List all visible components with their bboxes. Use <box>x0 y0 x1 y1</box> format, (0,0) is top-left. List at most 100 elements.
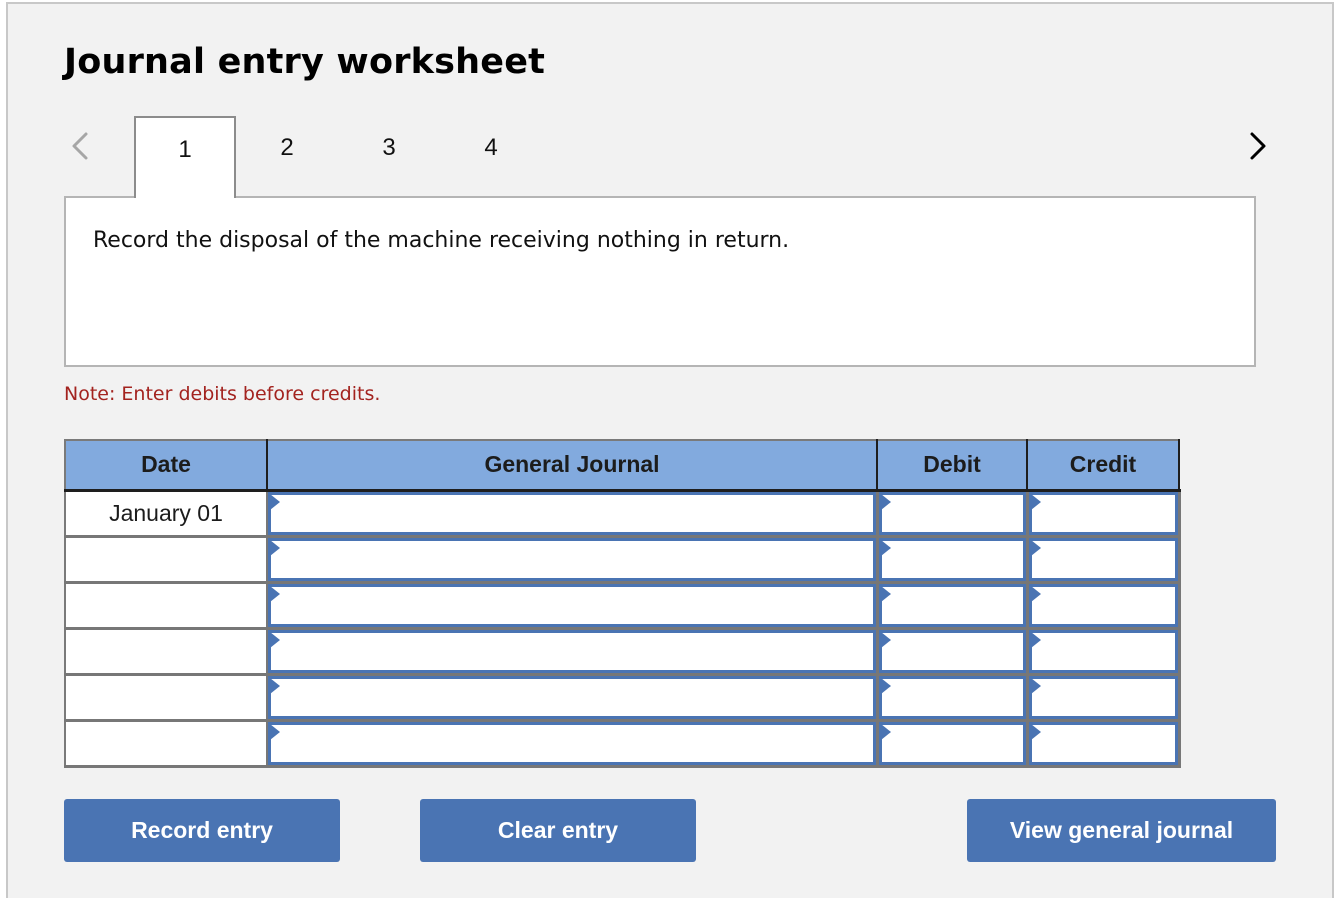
dropdown-flag-icon <box>1030 585 1041 602</box>
date-cell <box>65 674 268 722</box>
account-input-wrapper <box>268 629 876 673</box>
debit-input[interactable] <box>881 632 1023 670</box>
account-cell <box>267 490 879 538</box>
account-input[interactable] <box>271 494 873 532</box>
dropdown-flag-icon <box>270 493 280 510</box>
next-button[interactable] <box>1244 128 1274 164</box>
dropdown-flag-icon <box>270 723 280 740</box>
debit-input-wrapper <box>878 629 1026 673</box>
credit-input-wrapper <box>1028 629 1178 673</box>
dropdown-flag-icon <box>270 631 280 648</box>
clear-entry-button[interactable]: Clear entry <box>420 799 696 862</box>
credit-input-wrapper <box>1028 491 1178 535</box>
credit-input[interactable] <box>1031 724 1175 762</box>
account-cell <box>267 536 879 584</box>
credit-input-wrapper <box>1028 537 1178 581</box>
table-row <box>65 582 1181 630</box>
credit-input[interactable] <box>1031 494 1175 532</box>
account-input[interactable] <box>271 540 873 578</box>
chevron-left-icon <box>72 132 88 160</box>
dropdown-flag-icon <box>880 493 891 510</box>
account-input-wrapper <box>268 583 876 627</box>
debit-input[interactable] <box>881 540 1023 578</box>
account-input-wrapper <box>268 537 876 581</box>
dropdown-flag-icon <box>880 539 891 556</box>
dropdown-flag-icon <box>1030 539 1041 556</box>
header-debit: Debit <box>877 440 1028 492</box>
table-row <box>65 720 1181 768</box>
credit-cell <box>1027 628 1181 676</box>
header-credit: Credit <box>1027 440 1180 492</box>
debit-input[interactable] <box>881 586 1023 624</box>
dropdown-flag-icon <box>880 677 891 694</box>
account-input-wrapper <box>268 721 876 765</box>
dropdown-flag-icon <box>1030 631 1041 648</box>
credit-cell <box>1027 490 1181 538</box>
account-input-wrapper <box>268 675 876 719</box>
page-title: Journal entry worksheet <box>64 42 546 82</box>
credit-input[interactable] <box>1031 678 1175 716</box>
account-cell <box>267 582 879 630</box>
date-cell: January 01 <box>65 490 268 538</box>
credit-cell <box>1027 674 1181 722</box>
header-date: Date <box>65 440 268 492</box>
credit-input[interactable] <box>1031 540 1175 578</box>
account-input-wrapper <box>268 491 876 535</box>
credit-input-wrapper <box>1028 721 1178 765</box>
note-text: Note: Enter debits before credits. <box>64 383 381 405</box>
dropdown-flag-icon <box>270 585 280 602</box>
credit-cell <box>1027 720 1181 768</box>
date-cell <box>65 720 268 768</box>
tab-3[interactable]: 3 <box>338 116 440 198</box>
account-input[interactable] <box>271 724 873 762</box>
account-input[interactable] <box>271 632 873 670</box>
debit-input[interactable] <box>881 494 1023 532</box>
dropdown-flag-icon <box>1030 493 1041 510</box>
previous-button[interactable] <box>64 128 94 164</box>
dropdown-flag-icon <box>1030 723 1041 740</box>
header-general-journal: General Journal <box>267 440 878 492</box>
credit-input-wrapper <box>1028 675 1178 719</box>
instruction-box: Record the disposal of the machine recei… <box>64 196 1256 367</box>
debit-cell <box>877 720 1029 768</box>
credit-input[interactable] <box>1031 632 1175 670</box>
dropdown-flag-icon <box>880 723 891 740</box>
tab-1[interactable]: 1 <box>134 116 236 198</box>
journal-table: Date General Journal Debit Credit Januar… <box>64 439 1181 768</box>
debit-input-wrapper <box>878 537 1026 581</box>
debit-input-wrapper <box>878 675 1026 719</box>
dropdown-flag-icon <box>880 585 891 602</box>
debit-input-wrapper <box>878 721 1026 765</box>
table-row: January 01 <box>65 490 1181 538</box>
debit-cell <box>877 490 1029 538</box>
credit-cell <box>1027 582 1181 630</box>
debit-input[interactable] <box>881 678 1023 716</box>
account-cell <box>267 674 879 722</box>
credit-input[interactable] <box>1031 586 1175 624</box>
table-row <box>65 674 1181 722</box>
dropdown-flag-icon <box>270 539 280 556</box>
record-entry-button[interactable]: Record entry <box>64 799 340 862</box>
table-header-row: Date General Journal Debit Credit <box>65 440 1180 492</box>
tab-4[interactable]: 4 <box>440 116 542 198</box>
view-general-journal-button[interactable]: View general journal <box>967 799 1276 862</box>
debit-input-wrapper <box>878 583 1026 627</box>
table-row <box>65 536 1181 584</box>
dropdown-flag-icon <box>1030 677 1041 694</box>
account-input[interactable] <box>271 586 873 624</box>
debit-input[interactable] <box>881 724 1023 762</box>
credit-input-wrapper <box>1028 583 1178 627</box>
date-cell <box>65 582 268 630</box>
debit-cell <box>877 582 1029 630</box>
table-row <box>65 628 1181 676</box>
dropdown-flag-icon <box>880 631 891 648</box>
dropdown-flag-icon <box>270 677 280 694</box>
tab-2[interactable]: 2 <box>236 116 338 198</box>
credit-cell <box>1027 536 1181 584</box>
debit-input-wrapper <box>878 491 1026 535</box>
instruction-text: Record the disposal of the machine recei… <box>93 228 790 253</box>
debit-cell <box>877 674 1029 722</box>
account-input[interactable] <box>271 678 873 716</box>
date-cell <box>65 536 268 584</box>
account-cell <box>267 720 879 768</box>
